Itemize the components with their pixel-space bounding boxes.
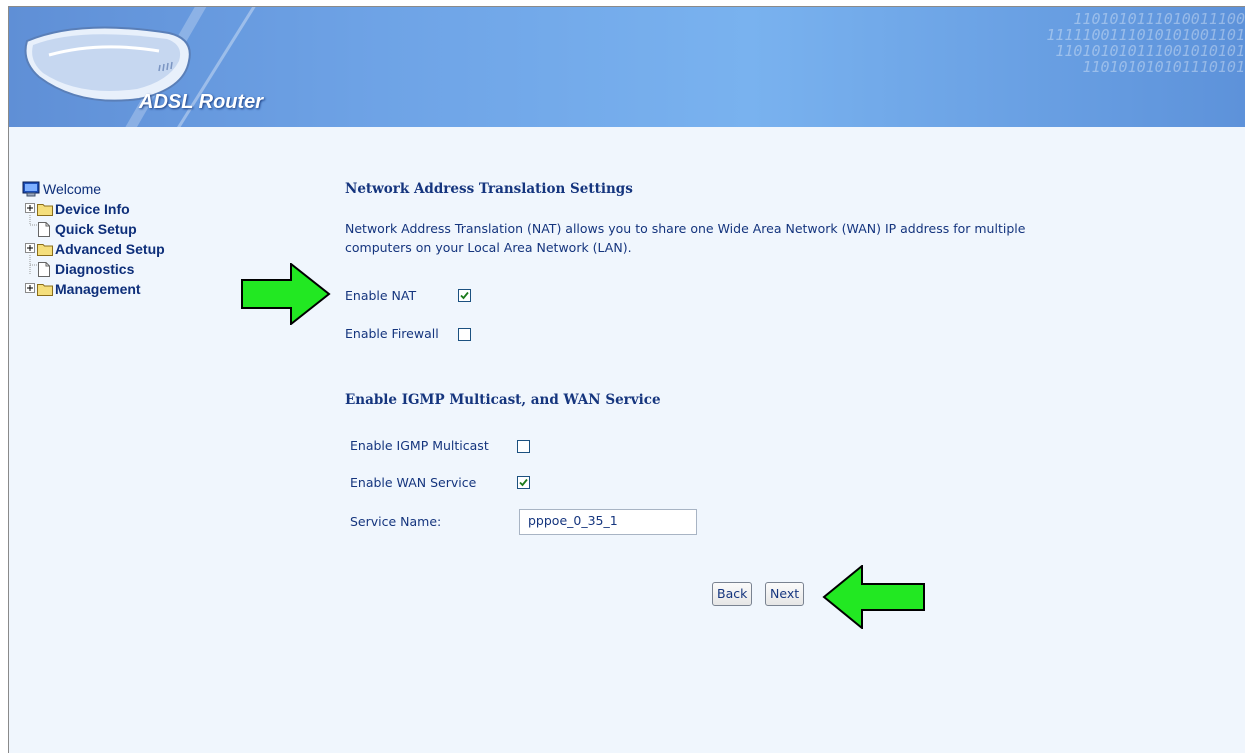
wan-service-checkbox[interactable]	[517, 476, 530, 489]
folder-icon	[37, 204, 53, 216]
expand-plus-icon[interactable]	[25, 243, 35, 253]
wan-service-label: Enable WAN Service	[350, 475, 477, 490]
checkmark-icon	[519, 478, 528, 487]
left-arrow-icon	[822, 565, 925, 629]
binary-line: 1101010111010011100	[1073, 10, 1245, 28]
nat-description-line2: computers on your Local Area Network (LA…	[345, 240, 632, 255]
checkmark-icon	[460, 291, 469, 300]
service-name-input[interactable]: pppoe_0_35_1	[519, 509, 697, 535]
right-arrow-icon	[241, 263, 331, 325]
binary-line: 110101010101110101	[1082, 58, 1245, 76]
enable-nat-label: Enable NAT	[345, 288, 417, 303]
igmp-heading: Enable IGMP Multicast, and WAN Service	[345, 392, 661, 408]
nav-label-diagnostics: Diagnostics	[55, 261, 135, 277]
nav-label-quick-setup: Quick Setup	[55, 221, 137, 237]
folder-icon	[37, 244, 53, 256]
binary-line: 110101010111001010101	[1055, 42, 1245, 60]
nat-description-line1: Network Address Translation (NAT) allows…	[345, 221, 1026, 236]
enable-nat-checkbox[interactable]	[458, 289, 471, 302]
brand-title: ADSL Router	[139, 91, 264, 113]
tree-line-icon	[29, 215, 37, 226]
nav-item-welcome[interactable]: Welcome	[22, 179, 101, 199]
igmp-multicast-label: Enable IGMP Multicast	[350, 438, 489, 453]
binary-line: 1111100111010101001101	[1046, 26, 1245, 44]
next-button[interactable]: Next	[765, 582, 805, 606]
nav-label-device-info: Device Info	[55, 201, 130, 217]
nav-label-advanced-setup: Advanced Setup	[55, 241, 165, 257]
page-icon	[38, 222, 50, 237]
igmp-multicast-checkbox[interactable]	[517, 440, 530, 453]
nav-label-welcome: Welcome	[43, 181, 102, 197]
expand-plus-icon[interactable]	[25, 283, 35, 293]
page-icon	[38, 262, 50, 277]
expand-plus-icon[interactable]	[25, 203, 35, 213]
page-frame: ADSL Router 1101010111010011100 11111001…	[8, 6, 1245, 753]
folder-icon	[37, 284, 53, 296]
nav-label-management: Management	[55, 281, 141, 297]
nat-heading: Network Address Translation Settings	[345, 181, 633, 197]
tree-line-icon	[29, 255, 37, 275]
service-name-label: Service Name:	[350, 514, 442, 529]
enable-firewall-checkbox[interactable]	[458, 328, 471, 341]
back-button[interactable]: Back	[712, 582, 753, 606]
binary-decoration: 1101010111010011100 11111001110101010011…	[905, 11, 1245, 75]
header-banner: ADSL Router 1101010111010011100 11111001…	[9, 7, 1245, 127]
enable-firewall-label: Enable Firewall	[345, 326, 439, 341]
computer-icon	[22, 181, 40, 197]
